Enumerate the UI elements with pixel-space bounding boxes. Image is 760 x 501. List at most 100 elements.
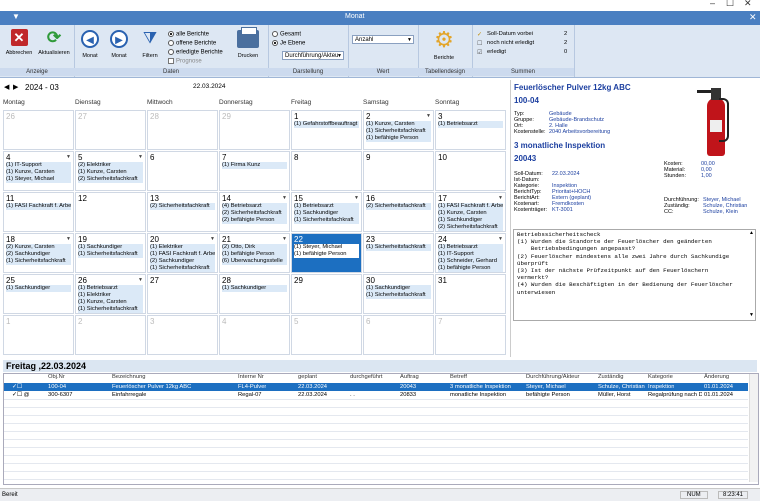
column-header[interactable]: durchgeführt	[350, 374, 383, 382]
calendar-event[interactable]: (1) FASI Fachkraft f. Arbei	[438, 203, 503, 210]
calendar-event[interactable]: (2) Sicherheitsfachkraft	[438, 224, 503, 231]
calendar-event[interactable]: (2) Sicherheitsfachkraft	[78, 176, 143, 183]
chevron-down-icon[interactable]: ▼	[210, 236, 215, 242]
calendar-event[interactable]: (1) Kunze, Carsten	[366, 121, 431, 128]
column-header[interactable]: Auftrag	[400, 374, 419, 382]
prognose-checkbox[interactable]: Prognose	[168, 58, 202, 65]
monat-prev-button[interactable]: ◀ Monat	[78, 30, 102, 59]
calendar-event[interactable]: (1) befähigte Person	[294, 251, 359, 258]
calendar-day[interactable]: 6	[147, 151, 218, 191]
chevron-down-icon[interactable]: ▼	[426, 113, 431, 119]
calendar-event[interactable]: (1) Sicherheitsfachkraft	[78, 251, 143, 258]
calendar-day[interactable]: 10	[435, 151, 506, 191]
column-header[interactable]: Durchführung/Akteur	[526, 374, 580, 382]
calendar-event[interactable]: (1) Sachkundiger	[6, 285, 71, 292]
calendar-event[interactable]: (1) Firma Kunz	[222, 162, 287, 169]
calendar-day[interactable]: 17 ▼ (1) FASI Fachkraft f. Arbei (1) Kunze,…	[435, 192, 506, 232]
scroll-up-icon[interactable]: ▲	[749, 230, 754, 236]
calendar-day[interactable]: 5	[291, 315, 362, 355]
aktualisieren-button[interactable]: ⟳ Aktualisieren	[36, 29, 72, 56]
menu-dropdown-icon[interactable]: ▼	[12, 12, 20, 21]
calendar-event[interactable]: (1) Kunze, Carsten	[6, 169, 71, 176]
calendar-event[interactable]: (1) Betriebsarzt	[294, 203, 359, 210]
close-view-button[interactable]: ✕	[749, 12, 757, 23]
chevron-down-icon[interactable]: ▼	[354, 195, 359, 201]
darstellung-select[interactable]: Durchführung/Akteu ▼	[282, 51, 344, 60]
calendar-day[interactable]: 1 (1) Gefahrstoffbeauftragt	[291, 110, 362, 150]
calendar-event[interactable]: (1) Sicherheitsfachkraft	[78, 306, 143, 313]
calendar-day[interactable]: 26	[3, 110, 74, 150]
radio-offene-berichte[interactable]: offene Berichte	[168, 40, 216, 47]
calendar-day[interactable]: 15 ▼ (1) Betriebsarzt (1) Sachkundiger (1) S…	[291, 192, 362, 232]
calendar-day[interactable]: 27	[147, 274, 218, 314]
scroll-down-icon[interactable]: ▼	[749, 312, 754, 318]
chevron-down-icon[interactable]: ▼	[66, 154, 71, 160]
calendar-day[interactable]: 3	[147, 315, 218, 355]
calendar-event[interactable]: (1) Sachkundiger	[294, 210, 359, 217]
calendar-event[interactable]: (1) Sicherheitsfachkraft	[366, 244, 431, 251]
calendar-day[interactable]: 8	[291, 151, 362, 191]
drucken-button[interactable]: Drucken	[234, 27, 262, 59]
calendar-day[interactable]: 29	[291, 274, 362, 314]
calendar-day[interactable]: 26 ▼ (1) Betriebsarzt (1) Elektriker (1) Kun…	[75, 274, 146, 314]
calendar-event[interactable]: (2) Sachkundiger	[150, 258, 215, 265]
radio-je-ebene[interactable]: Je Ebene	[272, 40, 305, 47]
chevron-down-icon[interactable]: ▼	[66, 236, 71, 242]
calendar-day[interactable]: 14 ▼ (4) Betriebsarzt (2) Sicherheitsfachkr…	[219, 192, 290, 232]
calendar-day[interactable]: 16 (2) Sicherheitsfachkraft	[363, 192, 434, 232]
chevron-down-icon[interactable]: ▼	[138, 154, 143, 160]
calendar-event[interactable]: (1) Sicherheitsfachkraft	[366, 128, 431, 135]
calendar-event[interactable]: (2) Kunze, Carsten	[6, 244, 71, 251]
calendar-day[interactable]: 5 ▼ (2) Elektriker (1) Kunze, Carsten (2) Si…	[75, 151, 146, 191]
calendar-day[interactable]: 22 (1) Steyer, Michael (1) befähigte Perso…	[291, 233, 362, 273]
calendar-day[interactable]: 2	[75, 315, 146, 355]
calendar-event[interactable]: (1) Sachkundiger	[438, 217, 503, 224]
column-header[interactable]: Obj.Nr	[48, 374, 65, 382]
calendar-day[interactable]: 20 ▼ (1) Elektriker (1) FASI Fachkraft f. A…	[147, 233, 218, 273]
calendar-event[interactable]: (6) Überwachungsstelle	[222, 258, 287, 265]
calendar-event[interactable]: (2) Sachkundiger	[6, 251, 71, 258]
column-header[interactable]: geplant	[298, 374, 317, 382]
filtern-button[interactable]: ⧩ Filtern	[137, 30, 163, 59]
calendar-day[interactable]: 2 ▼ (1) Kunze, Carsten (1) Sicherheitsfachk…	[363, 110, 434, 150]
calendar-event[interactable]: (1) FASI Fachkraft f. Arbei	[150, 251, 215, 258]
column-header[interactable]: Betreff	[450, 374, 467, 382]
radio-erledigte-berichte[interactable]: erledigte Berichte	[168, 49, 223, 56]
calendar-event[interactable]: (1) Betriebsarzt	[438, 244, 503, 251]
calendar-event[interactable]: (2) Sicherheitsfachkraft	[150, 203, 215, 210]
calendar-day[interactable]: 3 (1) Betriebsarzt	[435, 110, 506, 150]
berichte-button[interactable]: ⚙ Berichte	[424, 29, 464, 62]
calendar-day[interactable]: 13 (2) Sicherheitsfachkraft	[147, 192, 218, 232]
calendar-event[interactable]: (1) Elektriker	[78, 292, 143, 299]
calendar-day[interactable]: 4	[219, 315, 290, 355]
minimize-button[interactable]: –	[710, 0, 715, 8]
calendar-event[interactable]: (1) IT-Support	[6, 162, 71, 169]
column-header[interactable]: Änderung	[704, 374, 729, 382]
calendar-event[interactable]: (1) Sachkundiger	[78, 244, 143, 251]
wert-select[interactable]: Anzahl ▼	[352, 35, 414, 44]
calendar-event[interactable]: (1) befähigte Person	[366, 135, 431, 142]
calendar-event[interactable]: (1) Sachkundiger	[366, 285, 431, 292]
calendar-event[interactable]: (1) Sicherheitsfachkraft	[366, 292, 431, 299]
calendar-day[interactable]: 1	[3, 315, 74, 355]
column-header[interactable]: Interne Nr	[238, 374, 264, 382]
calendar-event[interactable]: (1) Kunze, Carsten	[78, 169, 143, 176]
calendar-day[interactable]: 29	[219, 110, 290, 150]
checklist-memo[interactable]: Betriebssicherheitscheck (1) Wurden die S…	[513, 229, 756, 321]
table-row[interactable]: ✓☐ 100-04 Feuerlöscher Pulver 12kg ABC FL4-…	[4, 383, 748, 391]
calendar-event[interactable]: (1) Sicherheitsfachkraft	[6, 258, 71, 265]
calendar-event[interactable]: (1) Betriebsarzt	[78, 285, 143, 292]
calendar-day[interactable]: 7	[435, 315, 506, 355]
chevron-down-icon[interactable]: ▼	[498, 195, 503, 201]
calendar-event[interactable]: (1) Schneider, Gerhard	[438, 258, 503, 265]
next-month-arrow-icon[interactable]: ▶	[13, 83, 18, 91]
chevron-down-icon[interactable]: ▼	[498, 236, 503, 242]
calendar-event[interactable]: (2) Otto, Dirk	[222, 244, 287, 251]
monat-next-button[interactable]: ▶ Monat	[107, 30, 131, 59]
close-window-button[interactable]: ✕	[744, 0, 752, 9]
calendar-day[interactable]: 25 (1) Sachkundiger	[3, 274, 74, 314]
calendar-event[interactable]: (1) Betriebsarzt	[438, 121, 503, 128]
calendar-day[interactable]: 4 ▼ (1) IT-Support (1) Kunze, Carsten (1) St…	[3, 151, 74, 191]
calendar-event[interactable]: (1) Kunze, Carsten	[78, 299, 143, 306]
calendar-day[interactable]: 24 ▼ (1) Betriebsarzt (1) IT-Support (1) Sch…	[435, 233, 506, 273]
